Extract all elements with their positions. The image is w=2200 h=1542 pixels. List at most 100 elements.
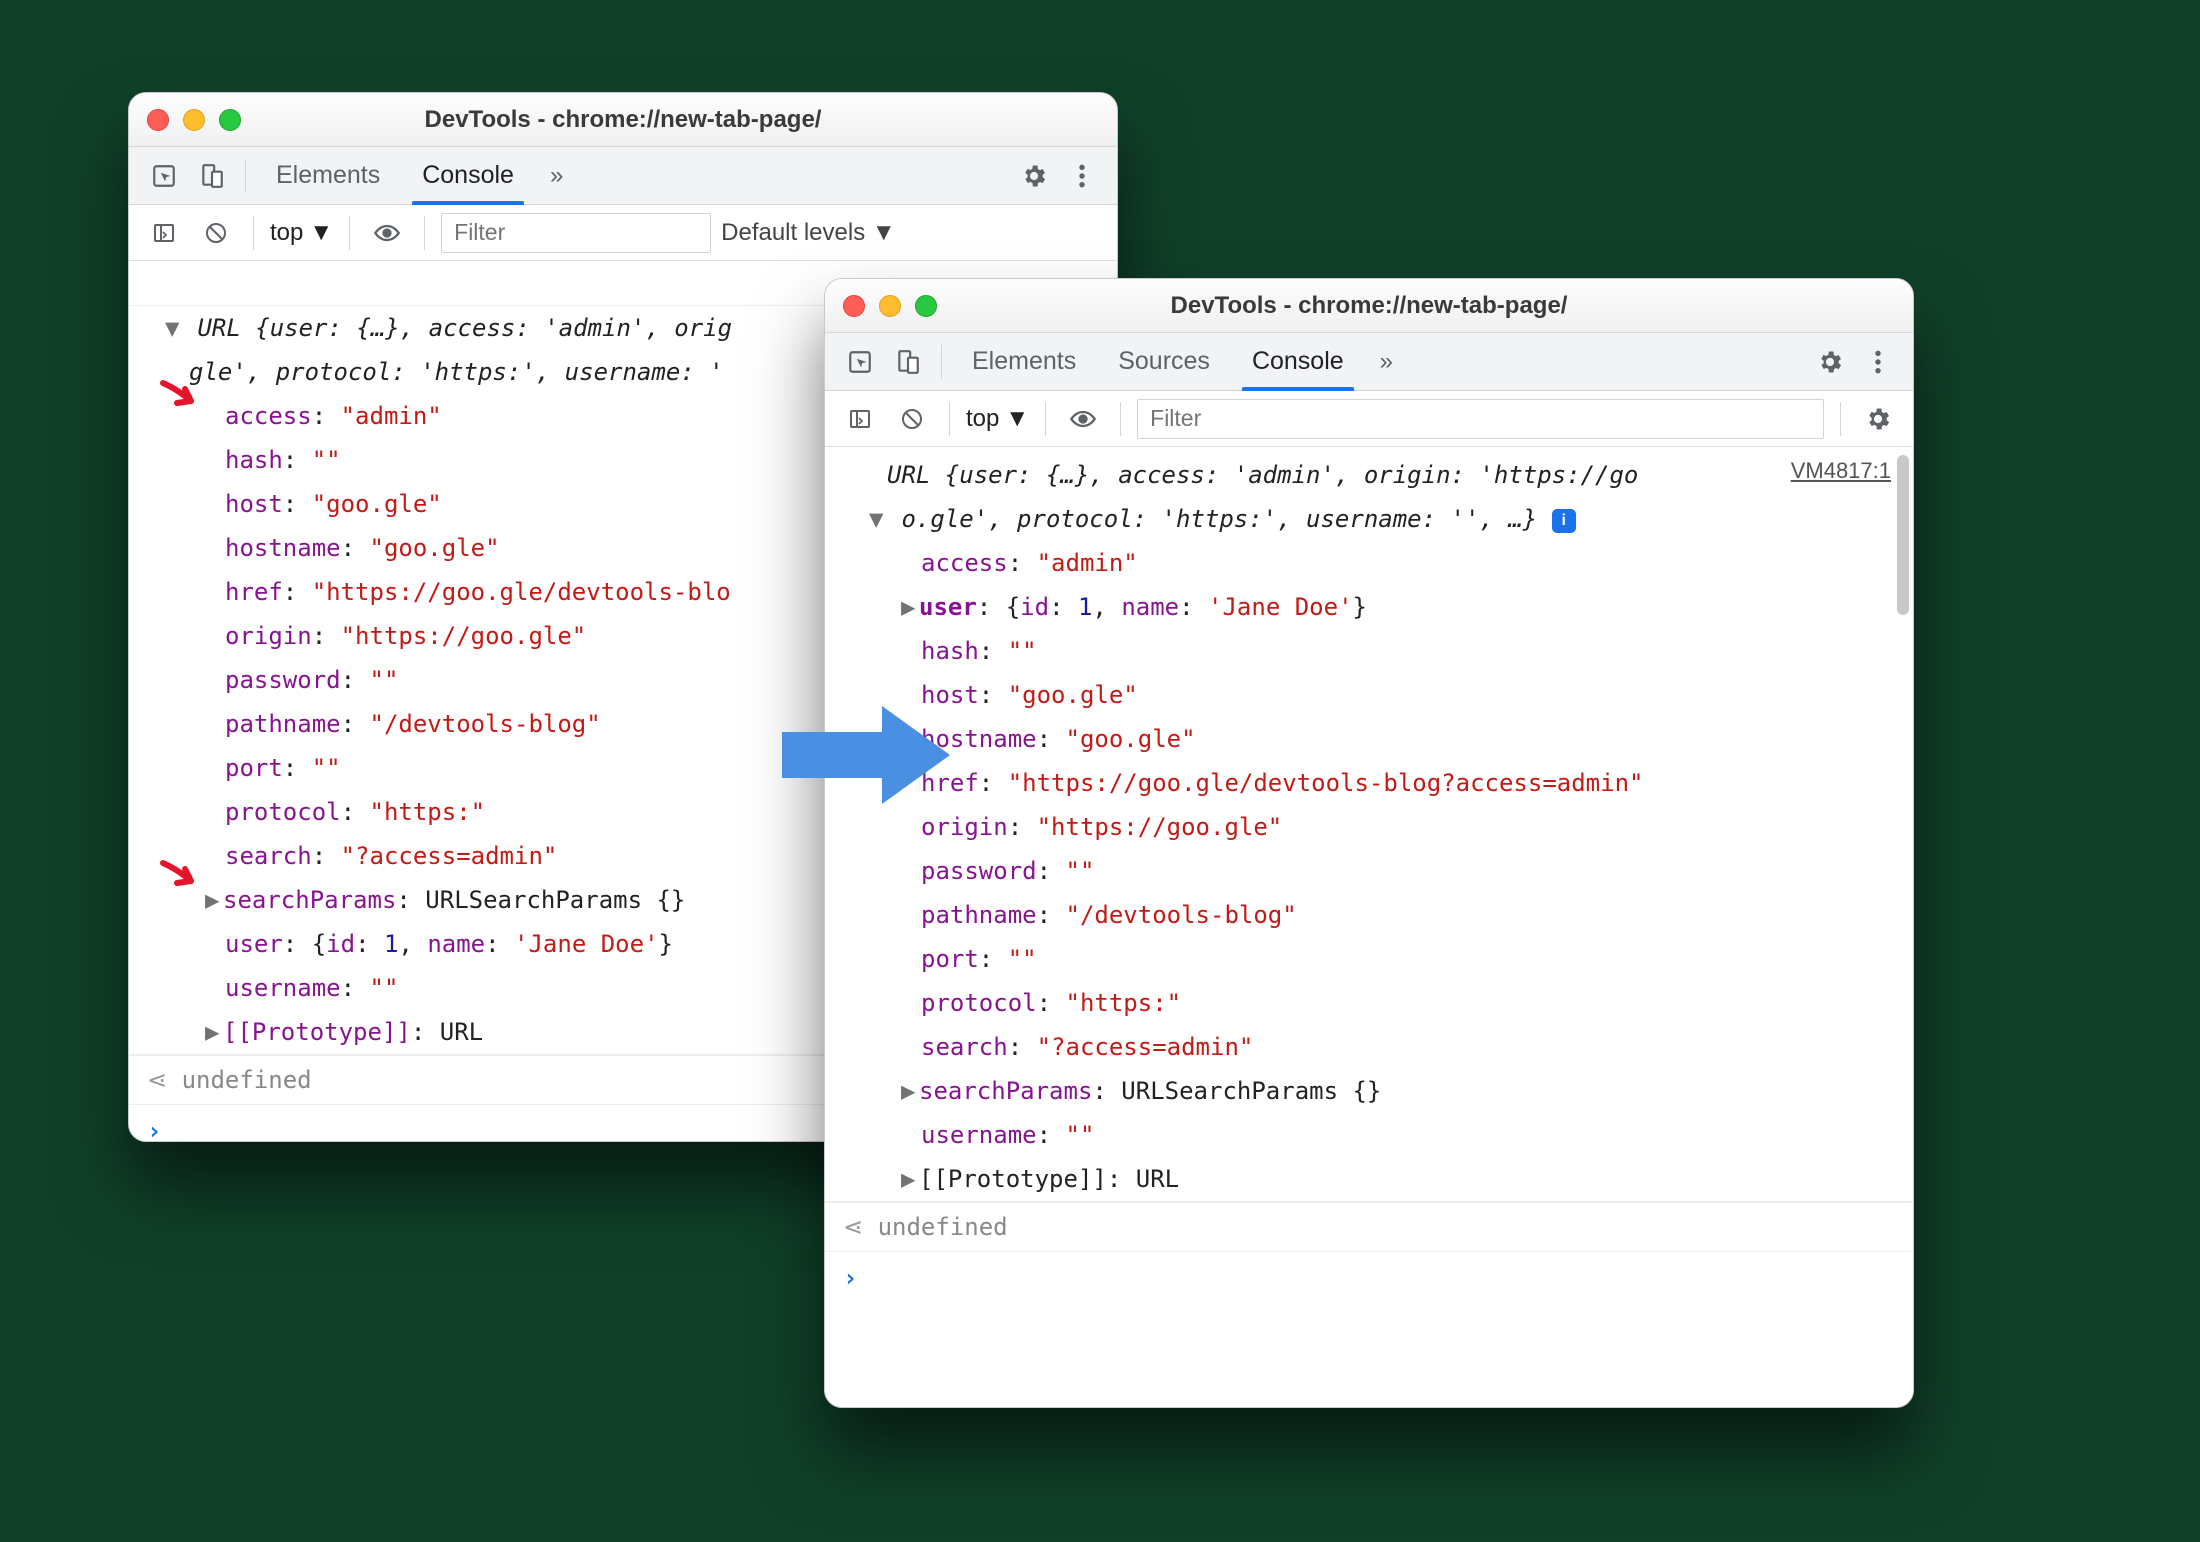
prop-key: name <box>1121 593 1179 621</box>
divider <box>1840 402 1841 436</box>
context-selector[interactable]: top ▼ <box>270 219 333 247</box>
tab-console[interactable]: Console <box>1234 333 1362 390</box>
prop-row[interactable]: origin: "https://goo.gle" <box>825 805 1913 849</box>
gear-icon[interactable] <box>1809 341 1851 383</box>
object-summary[interactable]: URL {user: {…}, access: 'admin', origin:… <box>825 447 1913 497</box>
maximize-icon[interactable] <box>219 109 241 131</box>
context-selector[interactable]: top ▼ <box>966 405 1029 433</box>
minimize-icon[interactable] <box>879 295 901 317</box>
prop-key: href <box>225 578 283 606</box>
tab-label: Console <box>422 161 514 190</box>
console-toolbar: top ▼ Default levels ▼ <box>129 205 1117 261</box>
console-output: VM4817:1 URL {user: {…}, access: 'admin'… <box>825 447 1913 1407</box>
prop-value: "" <box>1008 637 1037 665</box>
kebab-icon[interactable] <box>1857 341 1899 383</box>
expand-triangle-icon[interactable]: ▼ <box>165 308 183 348</box>
info-badge-icon[interactable]: i <box>1552 509 1576 533</box>
prop-key: name <box>427 930 485 958</box>
clear-console-icon[interactable] <box>195 212 237 254</box>
expand-triangle-icon[interactable]: ▶ <box>901 1071 919 1111</box>
tab-elements[interactable]: Elements <box>954 333 1094 390</box>
expand-triangle-icon[interactable]: ▶ <box>205 880 223 920</box>
prop-value: "https://goo.gle/devtools-blog?access=ad… <box>1008 769 1644 797</box>
devtools-window-right: DevTools - chrome://new-tab-page/ Elemen… <box>824 278 1914 1408</box>
prop-row[interactable]: ▶searchParams: URLSearchParams {} <box>825 1069 1913 1113</box>
prop-row[interactable]: ▶[[Prototype]]: URL <box>825 1157 1913 1202</box>
more-tabs-icon[interactable]: » <box>1368 348 1405 376</box>
summary-text: o.gle', protocol: 'https:', username: ''… <box>901 505 1537 533</box>
filter-input[interactable] <box>441 213 711 253</box>
maximize-icon[interactable] <box>915 295 937 317</box>
tab-bar: Elements Sources Console » <box>825 333 1913 391</box>
prop-row[interactable]: host: "goo.gle" <box>825 673 1913 717</box>
window-title: DevTools - chrome://new-tab-page/ <box>825 292 1913 320</box>
expand-triangle-icon[interactable]: ▶ <box>901 587 919 627</box>
prop-key: href <box>921 769 979 797</box>
prop-key: pathname <box>921 901 1037 929</box>
kebab-icon[interactable] <box>1061 155 1103 197</box>
eye-icon[interactable] <box>1062 398 1104 440</box>
tab-console[interactable]: Console <box>404 147 532 204</box>
prop-row[interactable]: username: "" <box>825 1113 1913 1157</box>
tab-label: Elements <box>972 347 1076 376</box>
undefined-text: undefined <box>878 1213 1008 1241</box>
prop-key: username <box>225 974 341 1002</box>
prop-key: pathname <box>225 710 341 738</box>
sidebar-toggle-icon[interactable] <box>839 398 881 440</box>
expand-triangle-icon[interactable]: ▶ <box>205 1012 223 1052</box>
prop-key: access <box>225 402 312 430</box>
sidebar-toggle-icon[interactable] <box>143 212 185 254</box>
close-icon[interactable] <box>147 109 169 131</box>
prop-key: username <box>921 1121 1037 1149</box>
device-toolbar-icon[interactable] <box>191 155 233 197</box>
clear-console-icon[interactable] <box>891 398 933 440</box>
prop-value: "/devtools-blog" <box>370 710 601 738</box>
more-tabs-icon[interactable]: » <box>538 162 575 190</box>
inspect-icon[interactable] <box>143 155 185 197</box>
levels-label: Default levels <box>721 219 865 246</box>
prop-row[interactable]: ▶user: {id: 1, name: 'Jane Doe'} <box>825 585 1913 629</box>
prop-key: port <box>921 945 979 973</box>
prop-row[interactable]: href: "https://goo.gle/devtools-blog?acc… <box>825 761 1913 805</box>
prop-row[interactable]: access: "admin" <box>825 541 1913 585</box>
prop-value: "" <box>312 754 341 782</box>
prop-row[interactable]: password: "" <box>825 849 1913 893</box>
device-toolbar-icon[interactable] <box>887 341 929 383</box>
inspect-icon[interactable] <box>839 341 881 383</box>
tab-sources[interactable]: Sources <box>1100 333 1228 390</box>
close-icon[interactable] <box>843 295 865 317</box>
log-levels-selector[interactable]: Default levels ▼ <box>721 219 896 247</box>
divider <box>949 402 950 436</box>
console-prompt[interactable]: › <box>825 1252 1913 1304</box>
prop-key: user <box>919 593 977 621</box>
filter-input[interactable] <box>1137 399 1824 439</box>
prop-row[interactable]: protocol: "https:" <box>825 981 1913 1025</box>
minimize-icon[interactable] <box>183 109 205 131</box>
eye-icon[interactable] <box>366 212 408 254</box>
gear-icon[interactable] <box>1857 398 1899 440</box>
expand-triangle-icon[interactable]: ▶ <box>901 1159 919 1199</box>
prop-row[interactable]: pathname: "/devtools-blog" <box>825 893 1913 937</box>
context-label: top <box>270 219 303 247</box>
prop-key: search <box>225 842 312 870</box>
prop-value: "admin" <box>341 402 442 430</box>
prop-value: "?access=admin" <box>1037 1033 1254 1061</box>
tab-elements[interactable]: Elements <box>258 147 398 204</box>
tab-label: Sources <box>1118 347 1210 376</box>
chevron-down-icon: ▼ <box>1005 405 1029 433</box>
gear-icon[interactable] <box>1013 155 1055 197</box>
traffic-lights <box>843 295 937 317</box>
prop-key: access <box>921 549 1008 577</box>
console-toolbar: top ▼ <box>825 391 1913 447</box>
prop-key: hostname <box>921 725 1037 753</box>
prop-row[interactable]: hostname: "goo.gle" <box>825 717 1913 761</box>
brace: } <box>659 930 673 958</box>
prop-value: "goo.gle" <box>1066 725 1196 753</box>
prop-row[interactable]: port: "" <box>825 937 1913 981</box>
object-summary-cont: ▼ o.gle', protocol: 'https:', username: … <box>825 497 1913 541</box>
divider <box>253 216 254 250</box>
prop-row[interactable]: hash: "" <box>825 629 1913 673</box>
expand-triangle-icon[interactable]: ▼ <box>869 499 887 539</box>
prop-row[interactable]: search: "?access=admin" <box>825 1025 1913 1069</box>
prop-key: protocol <box>225 798 341 826</box>
